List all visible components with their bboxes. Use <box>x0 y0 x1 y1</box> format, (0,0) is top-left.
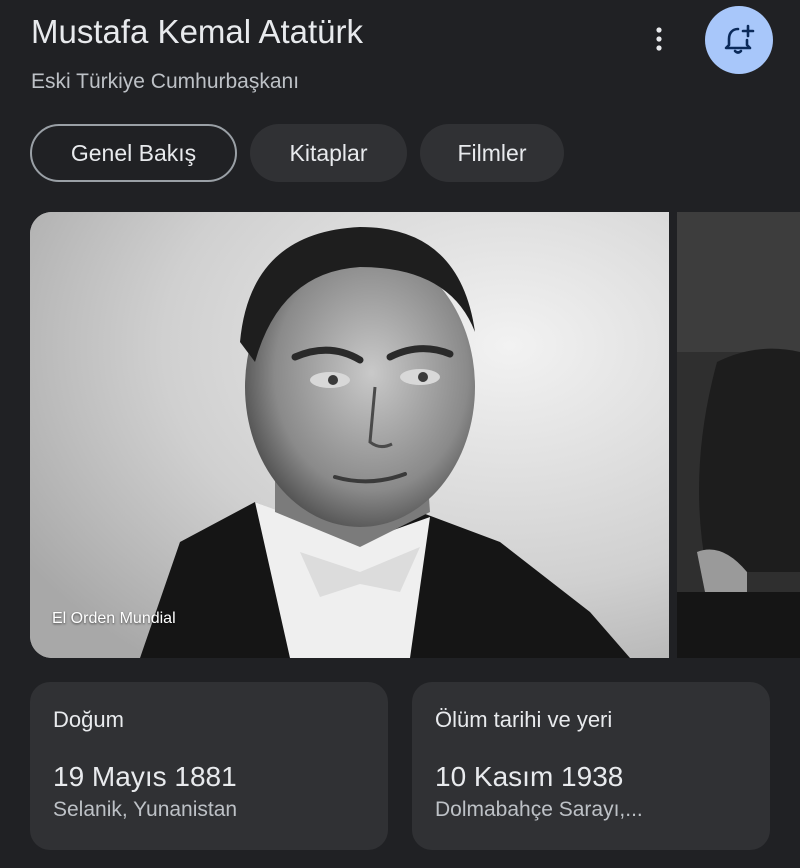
death-card[interactable]: Ölüm tarihi ve yeri 10 Kasım 1938 Dolmab… <box>412 682 770 850</box>
death-date: 10 Kasım 1938 <box>435 761 624 792</box>
image-source-caption: El Orden Mundial <box>52 610 176 627</box>
more-options-button[interactable] <box>640 20 678 58</box>
birth-place: Selanik, Yunanistan <box>53 798 238 821</box>
portrait-photo <box>30 212 669 658</box>
birth-label: Doğum <box>53 707 124 732</box>
portrait-image[interactable] <box>30 212 669 658</box>
death-label: Ölüm tarihi ve yeri <box>435 707 613 732</box>
tab-overview[interactable]: Genel Bakış <box>30 124 237 182</box>
secondary-image[interactable] <box>677 212 800 658</box>
death-place: Dolmabahçe Sarayı,... <box>435 798 643 821</box>
page-title: Mustafa Kemal Atatürk <box>31 13 363 50</box>
knowledge-panel: Mustafa Kemal Atatürk Eski Türkiye Cumhu… <box>0 0 800 868</box>
birth-card[interactable]: Doğum 19 Mayıs 1881 Selanik, Yunanistan <box>30 682 388 850</box>
tab-books[interactable]: Kitaplar <box>250 124 407 182</box>
follow-button[interactable] <box>705 6 773 74</box>
more-vert-icon <box>656 27 662 51</box>
page-subtitle: Eski Türkiye Cumhurbaşkanı <box>31 70 300 93</box>
bell-plus-icon <box>724 24 755 54</box>
tab-bar: Genel Bakış Kitaplar Filmler <box>30 124 564 184</box>
birth-date: 19 Mayıs 1881 <box>53 761 237 792</box>
tab-films[interactable]: Filmler <box>420 124 564 182</box>
secondary-photo <box>677 212 800 658</box>
